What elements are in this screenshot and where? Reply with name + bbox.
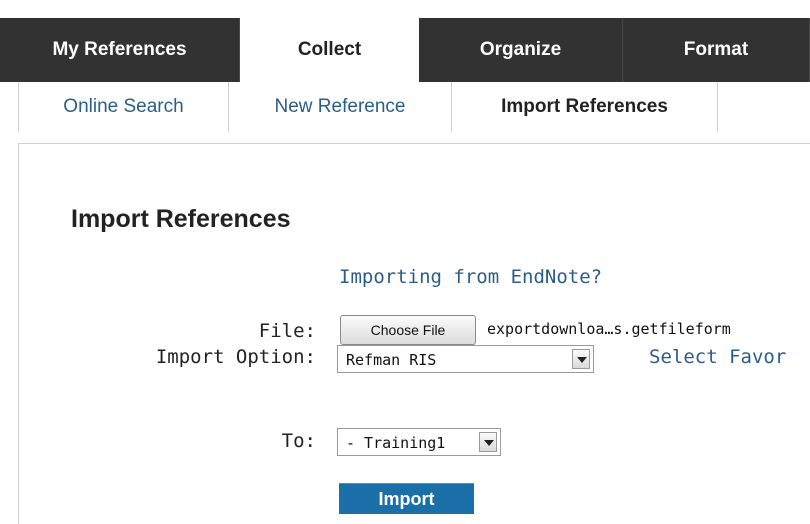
- choose-file-button[interactable]: Choose File: [340, 315, 476, 345]
- file-label: File:: [258, 320, 316, 342]
- select-favorites-link[interactable]: Select Favor: [649, 346, 786, 368]
- subnav-new-reference[interactable]: New Reference: [229, 82, 452, 132]
- import-option-select[interactable]: Refman RIS: [337, 345, 594, 373]
- tab-label: Format: [683, 39, 749, 60]
- subnav-label: Import References: [501, 96, 668, 117]
- chevron-down-icon: [572, 349, 590, 369]
- subnav-import-references[interactable]: Import References: [452, 82, 718, 132]
- tab-my-references[interactable]: My References: [0, 18, 240, 82]
- tab-organize[interactable]: Organize: [419, 18, 623, 82]
- endnote-import-link[interactable]: Importing from EndNote?: [339, 266, 602, 288]
- subnav-online-search[interactable]: Online Search: [19, 82, 229, 132]
- tab-label: Organize: [479, 39, 562, 60]
- tab-label: Collect: [297, 39, 362, 60]
- selected-file-name: exportdownloa…s.getfileform: [487, 320, 731, 338]
- subnav-label: Online Search: [63, 96, 184, 117]
- chevron-down-icon: [479, 432, 497, 452]
- to-label: To:: [281, 430, 316, 452]
- subnav-label: New Reference: [274, 96, 406, 117]
- page-title: Import References: [71, 205, 291, 233]
- destination-group-select[interactable]: - Training1: [337, 428, 501, 456]
- tab-collect[interactable]: Collect: [240, 18, 419, 82]
- tab-format[interactable]: Format: [623, 18, 810, 82]
- import-option-value: Refman RIS: [346, 351, 437, 369]
- sub-navigation: Online Search New Reference Import Refer…: [18, 82, 810, 132]
- import-button[interactable]: Import: [339, 483, 474, 514]
- import-option-label: Import Option:: [155, 346, 316, 368]
- top-navigation: My References Collect Organize Format: [0, 0, 810, 86]
- tab-label: My References: [52, 39, 187, 60]
- destination-group-value: - Training1: [346, 434, 446, 452]
